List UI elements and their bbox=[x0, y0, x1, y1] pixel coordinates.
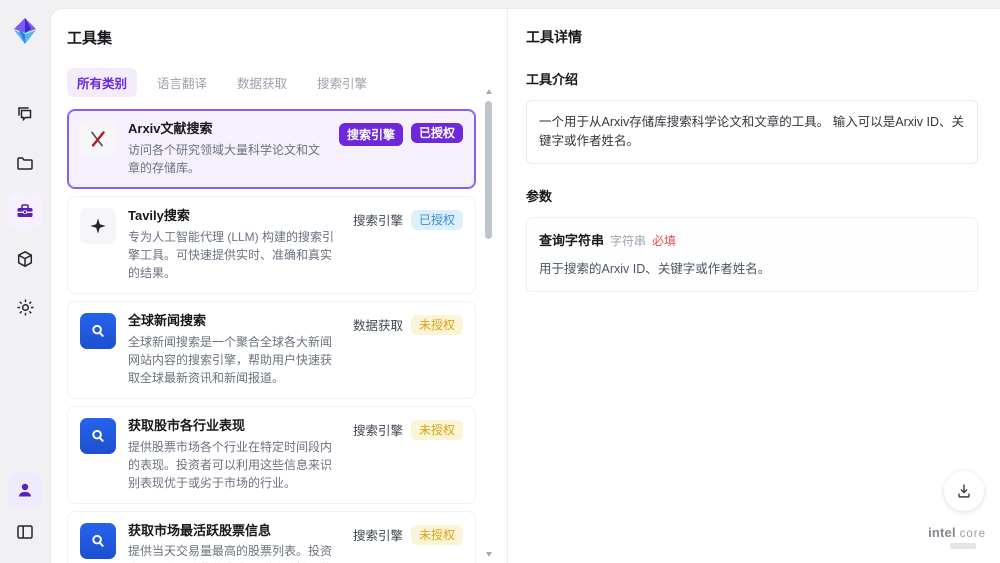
tool-name: Tavily搜索 bbox=[128, 207, 190, 223]
param-description: 用于搜索的Arxiv ID、关键字或作者姓名。 bbox=[539, 261, 771, 276]
sidebar-item-files[interactable] bbox=[8, 146, 42, 180]
intel-wordmark: intel bbox=[928, 525, 956, 541]
intel-logo-sub-badge bbox=[950, 543, 977, 549]
tool-description: 提供股票市场各个行业在特定时间段内的表现。投资者可以利用这些信息来识别表现优于或… bbox=[128, 439, 333, 490]
sidebar-item-chat[interactable] bbox=[8, 98, 42, 132]
param-required-flag: 必填 bbox=[652, 233, 677, 248]
tool-description: 全球新闻搜索是一个聚合全球各大新闻网站内容的搜索引擎，帮助用户快速获取全球最新资… bbox=[128, 334, 333, 385]
folder-icon bbox=[17, 157, 33, 170]
tool-card-tavily[interactable]: Tavily搜索 专为人工智能代理 (LLM) 构建的搜索引擎工具。可快速提供实… bbox=[67, 195, 476, 294]
sidebar-item-packages[interactable] bbox=[8, 242, 42, 276]
category-label: 数据获取 bbox=[352, 318, 403, 333]
sidebar-item-profile[interactable] bbox=[8, 473, 42, 507]
search-logo-icon bbox=[80, 522, 116, 559]
category-tabs: 所有类别 语言翻译 数据获取 搜索引擎 bbox=[67, 68, 476, 97]
app-logo-icon[interactable] bbox=[10, 16, 40, 46]
tab-translation[interactable]: 语言翻译 bbox=[147, 68, 217, 97]
tool-description: 专为人工智能代理 (LLM) 构建的搜索引擎工具。可快速提供实时、准确和真实的结… bbox=[128, 229, 335, 280]
tool-card-most-active-stocks[interactable]: 获取市场最活跃股票信息 提供当天交易量最高的股票列表。投资者可以利用这些信息来识… bbox=[67, 510, 476, 563]
list-scrollbar[interactable] bbox=[485, 89, 493, 557]
status-badge: 未授权 bbox=[410, 524, 463, 545]
toolbox-icon bbox=[17, 204, 33, 217]
tab-search-engine[interactable]: 搜索引擎 bbox=[307, 68, 377, 97]
search-logo-icon bbox=[80, 417, 116, 454]
status-badge: 未授权 bbox=[410, 314, 463, 336]
tool-card-global-news[interactable]: 全球新闻搜索 全球新闻搜索是一个聚合全球各大新闻网站内容的搜索引擎，帮助用户快速… bbox=[67, 300, 476, 399]
tool-list-panel: 工具集 所有类别 语言翻译 数据获取 搜索引擎 Arxiv文献搜索 访问各个研究… bbox=[51, 9, 506, 563]
scrollbar-thumb[interactable] bbox=[485, 101, 492, 239]
app-rail bbox=[0, 0, 50, 563]
tool-name: 获取市场最活跃股票信息 bbox=[128, 522, 272, 538]
user-icon bbox=[19, 483, 31, 497]
param-item: 查询字符串 字符串 必填 用于搜索的Arxiv ID、关键字或作者姓名。 bbox=[526, 216, 978, 292]
tool-card-sector-performance[interactable]: 获取股市各行业表现 提供股票市场各个行业在特定时间段内的表现。投资者可以利用这些… bbox=[67, 405, 476, 504]
tool-description: 提供当天交易量最高的股票列表。投资者可以利用这些信息来识别流动性强的股票和潜在的… bbox=[128, 544, 333, 563]
panel-toggle-icon bbox=[17, 525, 33, 539]
tool-card-list: Arxiv文献搜索 访问各个研究领域大量科学论文和文章的存储库。 搜索引擎 已授… bbox=[67, 109, 476, 563]
intro-text: 一个用于从Arxiv存储库搜索科学论文和文章的工具。 输入可以是Arxiv ID… bbox=[526, 100, 978, 164]
cube-icon bbox=[17, 251, 33, 267]
category-label: 搜索引擎 bbox=[352, 213, 403, 228]
sidebar-item-settings[interactable] bbox=[8, 290, 42, 324]
sidebar-item-toolbox[interactable] bbox=[8, 194, 42, 228]
rail-nav bbox=[8, 98, 42, 324]
arxiv-logo-icon bbox=[80, 121, 116, 157]
main-surface: 工具集 所有类别 语言翻译 数据获取 搜索引擎 Arxiv文献搜索 访问各个研究… bbox=[50, 8, 1000, 563]
category-label: 搜索引擎 bbox=[352, 423, 403, 438]
gear-icon bbox=[16, 298, 34, 316]
page-title: 工具集 bbox=[67, 30, 113, 47]
tool-card-arxiv[interactable]: Arxiv文献搜索 访问各个研究领域大量科学论文和文章的存储库。 搜索引擎 已授… bbox=[67, 109, 476, 189]
status-badge: 未授权 bbox=[410, 419, 463, 441]
param-name: 查询字符串 bbox=[539, 232, 605, 248]
scrollbar-up-arrow-icon[interactable] bbox=[486, 89, 492, 94]
params-heading: 参数 bbox=[526, 188, 553, 204]
search-logo-icon bbox=[80, 312, 116, 349]
detail-title: 工具详情 bbox=[526, 29, 582, 45]
category-badge: 搜索引擎 bbox=[338, 123, 403, 146]
core-wordmark: core bbox=[959, 528, 986, 541]
download-button[interactable] bbox=[944, 471, 984, 511]
status-badge: 已授权 bbox=[410, 209, 463, 231]
tab-data-fetch[interactable]: 数据获取 bbox=[227, 68, 297, 97]
tool-name: Arxiv文献搜索 bbox=[128, 121, 213, 136]
param-type: 字符串 bbox=[610, 233, 647, 248]
tool-name: 获取股市各行业表现 bbox=[128, 417, 246, 433]
rail-bottom bbox=[8, 473, 42, 549]
tool-name: 全球新闻搜索 bbox=[128, 312, 207, 328]
status-badge: 已授权 bbox=[410, 123, 463, 144]
download-icon bbox=[958, 484, 970, 498]
sidebar-item-collapse[interactable] bbox=[8, 515, 42, 549]
tool-description: 访问各个研究领域大量科学论文和文章的存储库。 bbox=[128, 142, 321, 175]
tavily-logo-icon bbox=[80, 207, 116, 244]
intel-core-logo: intel core bbox=[928, 526, 986, 549]
intro-heading: 工具介绍 bbox=[526, 72, 579, 87]
scrollbar-down-arrow-icon[interactable] bbox=[486, 552, 492, 557]
category-label: 搜索引擎 bbox=[352, 528, 403, 543]
chat-icon bbox=[18, 107, 32, 122]
tab-all-categories[interactable]: 所有类别 bbox=[67, 68, 138, 97]
tool-detail-panel: 工具详情 工具介绍 一个用于从Arxiv存储库搜索科学论文和文章的工具。 输入可… bbox=[507, 9, 1000, 563]
